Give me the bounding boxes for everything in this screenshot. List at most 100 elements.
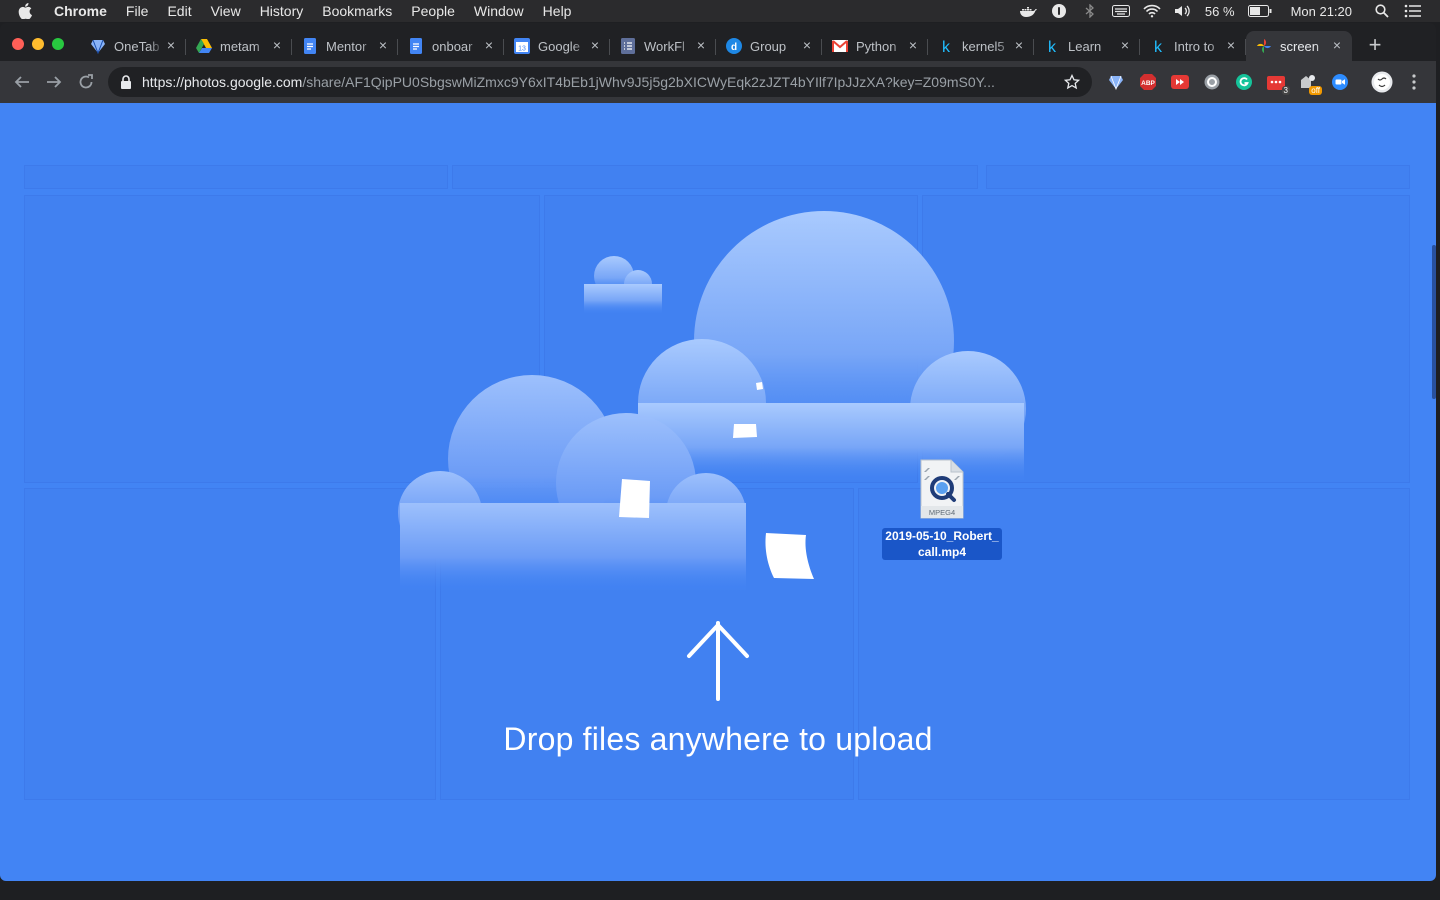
lock-icon[interactable] — [120, 75, 132, 89]
keyboard-icon[interactable] — [1111, 4, 1130, 18]
menu-bookmarks[interactable]: Bookmarks — [322, 3, 392, 19]
bluetooth-icon[interactable] — [1081, 4, 1099, 18]
reload-icon — [79, 74, 93, 89]
url-host: https://photos.google.com — [142, 74, 303, 90]
bookmark-star-icon[interactable] — [1063, 73, 1081, 95]
back-button[interactable] — [6, 66, 38, 98]
window-close-button[interactable] — [12, 38, 24, 50]
mpeg4-file-icon: MPEG4 — [918, 458, 966, 520]
new-tab-button[interactable]: + — [1362, 33, 1388, 59]
notification-center-icon[interactable] — [1404, 4, 1422, 18]
drop-files-message: Drop files anywhere to upload — [503, 721, 933, 757]
arrow-left-icon — [14, 76, 29, 88]
url-path: /share/AF1QipPU0SbgswMiZmxc9Y6xIT4bEb1jW… — [302, 74, 995, 90]
tab-group[interactable]: d Group × — [716, 31, 822, 61]
tab-learn[interactable]: k Learn × — [1034, 31, 1140, 61]
wifi-icon[interactable] — [1143, 4, 1161, 18]
google-forms-icon — [620, 38, 636, 54]
tab-title: metam — [220, 38, 260, 54]
tab-close-icon[interactable]: × — [1012, 38, 1026, 52]
svg-text:d: d — [731, 42, 737, 53]
tab-title: screen — [1280, 38, 1320, 54]
cookie-ext-icon[interactable]: off — [1292, 70, 1324, 95]
tab-close-icon[interactable]: × — [270, 38, 284, 52]
spotlight-search-icon[interactable] — [1373, 4, 1391, 18]
window-fullscreen-button[interactable] — [52, 38, 64, 50]
menu-history[interactable]: History — [260, 3, 304, 19]
chrome-window: OneTab × metam × Mentor × onboar × 13 Go… — [0, 23, 1436, 881]
battery-icon[interactable] — [1247, 4, 1272, 18]
adblock-ext-icon[interactable]: ABP — [1132, 70, 1164, 94]
tab-close-icon[interactable]: × — [1224, 38, 1238, 52]
calendar-ext-badge: 3 — [1281, 86, 1290, 95]
tab-kernel[interactable]: k kernel5 × — [928, 31, 1034, 61]
tab-close-icon[interactable]: × — [588, 38, 602, 52]
tab-title: onboar — [432, 38, 473, 54]
tab-close-icon[interactable]: × — [482, 38, 496, 52]
small-cloud-shape — [584, 256, 662, 314]
tab-python-gmail[interactable]: Python × — [822, 31, 928, 61]
menu-help[interactable]: Help — [543, 3, 572, 19]
menu-view[interactable]: View — [211, 3, 241, 19]
extensions-area: ABP 3 off — [1100, 61, 1430, 103]
tab-close-icon[interactable]: × — [1330, 38, 1344, 52]
tab-metam[interactable]: metam × — [186, 31, 292, 61]
tab-onboarding[interactable]: onboar × — [398, 31, 504, 61]
paper-sheet-icon — [765, 533, 814, 579]
tab-screen-google-photos[interactable]: screen × — [1246, 31, 1352, 61]
paper-sheet-icon — [733, 424, 757, 438]
menu-file[interactable]: File — [126, 3, 149, 19]
grammarly-ext-icon[interactable] — [1228, 70, 1260, 94]
tab-title: Intro to — [1174, 38, 1215, 54]
browser-toolbar: https://photos.google.com/share/AF1QipPU… — [0, 61, 1436, 103]
profile-avatar[interactable] — [1366, 70, 1398, 94]
forward-button[interactable] — [38, 66, 70, 98]
window-minimize-button[interactable] — [32, 38, 44, 50]
paper-sheet-icon — [756, 382, 763, 390]
menu-people[interactable]: People — [411, 3, 455, 19]
circle-ext-icon[interactable] — [1196, 70, 1228, 94]
battery-percent: 56 % — [1204, 3, 1235, 19]
apple-menu-icon[interactable] — [18, 3, 38, 19]
tab-title: OneTab — [114, 38, 160, 54]
large-cloud-shape — [638, 211, 1026, 483]
tab-mentor[interactable]: Mentor × — [292, 31, 398, 61]
onetab-ext-icon[interactable] — [1100, 70, 1132, 94]
tab-close-icon[interactable]: × — [906, 38, 920, 52]
reload-button[interactable] — [70, 66, 102, 98]
tab-google-calendar[interactable]: 13 Google × — [504, 31, 610, 61]
k-icon: k — [938, 38, 954, 54]
google-drive-icon — [196, 38, 212, 54]
tab-close-icon[interactable]: × — [164, 38, 178, 52]
tab-onetab[interactable]: OneTab × — [80, 31, 186, 61]
calendar-ext-icon[interactable]: 3 — [1260, 70, 1292, 95]
k-icon: k — [1044, 38, 1060, 54]
tab-close-icon[interactable]: × — [694, 38, 708, 52]
tab-close-icon[interactable]: × — [376, 38, 390, 52]
tab-close-icon[interactable]: × — [800, 38, 814, 52]
svg-text:k: k — [942, 39, 951, 54]
dragged-file[interactable]: MPEG4 2019-05-10_Robert_call.mp4 — [880, 458, 1004, 561]
volume-icon[interactable] — [1174, 4, 1192, 18]
gmail-icon — [832, 38, 848, 54]
window-controls — [12, 38, 64, 50]
cookie-ext-badge: off — [1309, 86, 1322, 95]
tab-close-icon[interactable]: × — [1118, 38, 1132, 52]
drop-upload-overlay[interactable]: Drop files anywhere to upload MPEG4 2019… — [0, 103, 1436, 881]
chrome-menu-icon[interactable] — [1398, 70, 1430, 94]
menu-app-chrome[interactable]: Chrome — [54, 3, 107, 19]
address-bar[interactable]: https://photos.google.com/share/AF1QipPU… — [108, 67, 1092, 97]
onepassword-icon[interactable] — [1050, 4, 1068, 18]
menu-edit[interactable]: Edit — [167, 3, 191, 19]
video-speed-ext-icon[interactable] — [1164, 70, 1196, 94]
tab-intro[interactable]: k Intro to × — [1140, 31, 1246, 61]
zoom-ext-icon[interactable] — [1324, 70, 1356, 94]
url-text[interactable]: https://photos.google.com/share/AF1QipPU… — [142, 74, 1048, 90]
docker-whale-icon[interactable] — [1019, 4, 1037, 18]
onetab-icon — [90, 38, 106, 54]
tab-workflow[interactable]: WorkFl × — [610, 31, 716, 61]
menu-bar-clock[interactable]: Mon 21:20 — [1291, 4, 1352, 19]
dragged-file-name: 2019-05-10_Robert_call.mp4 — [882, 528, 1002, 560]
upload-cloud-illustration — [398, 211, 1026, 701]
menu-window[interactable]: Window — [474, 3, 524, 19]
